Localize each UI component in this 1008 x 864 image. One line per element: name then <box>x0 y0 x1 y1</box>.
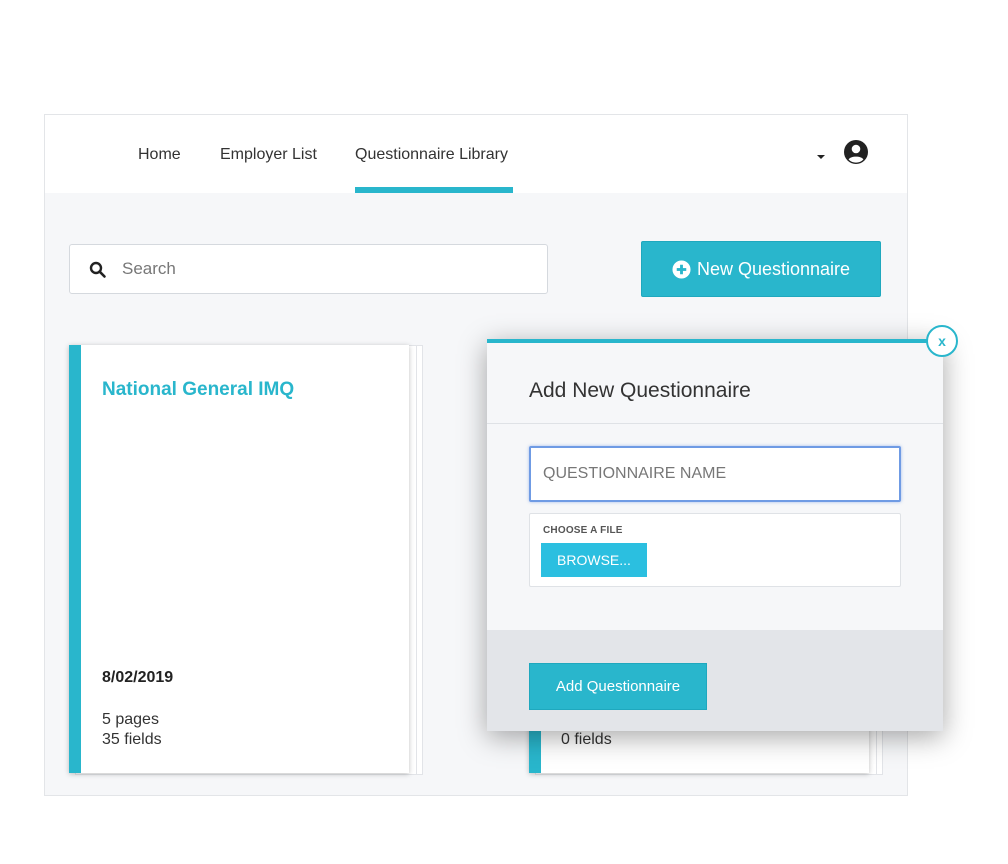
file-chooser: CHOOSE A FILE BROWSE... <box>529 513 901 587</box>
file-label: CHOOSE A FILE <box>543 525 623 536</box>
modal-title: Add New Questionnaire <box>529 379 751 402</box>
nav-home[interactable]: Home <box>138 146 181 164</box>
caret-down-icon[interactable] <box>817 155 825 159</box>
card-pages: 5 pages <box>102 711 159 728</box>
card-title[interactable]: National General IMQ <box>102 379 294 401</box>
close-modal-button[interactable]: x <box>926 325 958 357</box>
add-questionnaire-modal: Add New Questionnaire CHOOSE A FILE BROW… <box>487 339 943 731</box>
user-icon[interactable] <box>843 139 869 165</box>
search-input[interactable] <box>120 245 534 293</box>
card-fields: 35 fields <box>102 731 162 748</box>
search-icon <box>89 261 106 278</box>
add-questionnaire-button[interactable]: Add Questionnaire <box>529 663 707 710</box>
active-tab-indicator <box>355 187 513 193</box>
card-date: 8/02/2019 <box>102 669 174 686</box>
questionnaire-card[interactable]: National General IMQ 8/02/2019 5 pages 3… <box>69 345 409 773</box>
questionnaire-card-stack: National General IMQ 8/02/2019 5 pages 3… <box>69 345 423 775</box>
modal-footer: Add Questionnaire <box>487 630 943 731</box>
search-box <box>69 244 548 294</box>
nav-employer-list[interactable]: Employer List <box>220 146 317 164</box>
top-nav: Home Employer List Questionnaire Library <box>45 115 907 193</box>
modal-divider <box>487 423 943 424</box>
new-questionnaire-button[interactable]: New Questionnaire <box>641 241 881 297</box>
browse-button[interactable]: BROWSE... <box>541 543 647 577</box>
plus-circle-icon <box>672 259 691 279</box>
questionnaire-name-input[interactable] <box>529 446 901 502</box>
card-fields: 0 fields <box>561 731 612 748</box>
nav-questionnaire-library[interactable]: Questionnaire Library <box>355 146 508 164</box>
new-questionnaire-label: New Questionnaire <box>696 258 851 279</box>
